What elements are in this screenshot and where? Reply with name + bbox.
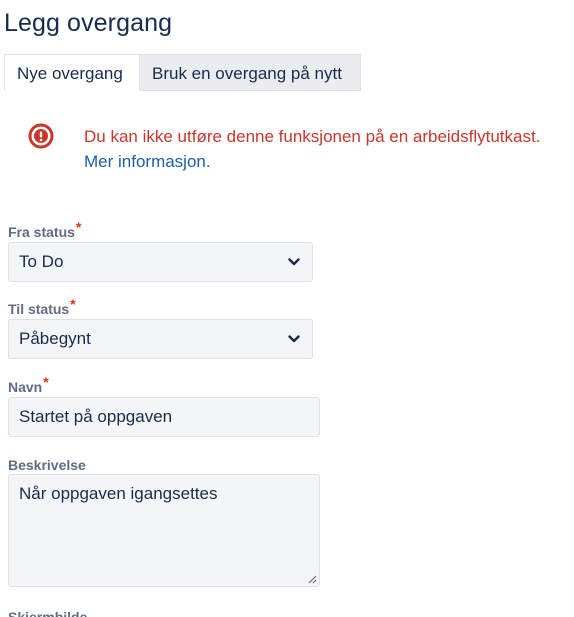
required-marker: * [75, 219, 82, 235]
tab-new-transition[interactable]: Nye overgang [4, 54, 140, 91]
to-status-label: Til status* [8, 296, 76, 317]
error-circle-icon [28, 123, 54, 149]
to-status-select[interactable]: Påbegynt [8, 319, 313, 359]
tab-reuse-transition[interactable]: Bruk en overgang på nytt [140, 54, 361, 91]
name-input[interactable]: Startet på oppgaven [8, 397, 320, 437]
required-marker: * [43, 374, 49, 390]
add-transition-dialog: Legg overgang Nye overgang Bruk en overg… [0, 0, 574, 617]
from-status-label: Fra status* [8, 219, 81, 240]
name-label-text: Navn [8, 379, 43, 395]
description-value: Når oppgaven igangsettes [19, 484, 218, 503]
from-status-value: To Do [19, 252, 64, 271]
chevron-down-icon [288, 335, 300, 343]
description-textarea[interactable]: Når oppgaven igangsettes [8, 474, 320, 587]
page-title: Legg overgang [4, 9, 173, 37]
error-message: Du kan ikke utføre denne funksjonen på e… [84, 127, 541, 146]
from-status-select[interactable]: To Do [8, 242, 313, 282]
to-status-label-text: Til status [8, 301, 70, 317]
description-label: Beskrivelse [8, 457, 86, 473]
from-status-label-text: Fra status [8, 224, 75, 240]
more-info-link[interactable]: Mer informasjon. [84, 152, 211, 172]
resize-handle-icon[interactable] [308, 575, 317, 584]
screen-label: Skjermbilde [8, 609, 88, 617]
required-marker: * [70, 296, 76, 312]
tab-bar: Nye overgang Bruk en overgang på nytt [4, 54, 361, 91]
name-label: Navn* [8, 374, 49, 395]
chevron-down-icon [288, 258, 300, 266]
to-status-value: Påbegynt [19, 329, 91, 348]
